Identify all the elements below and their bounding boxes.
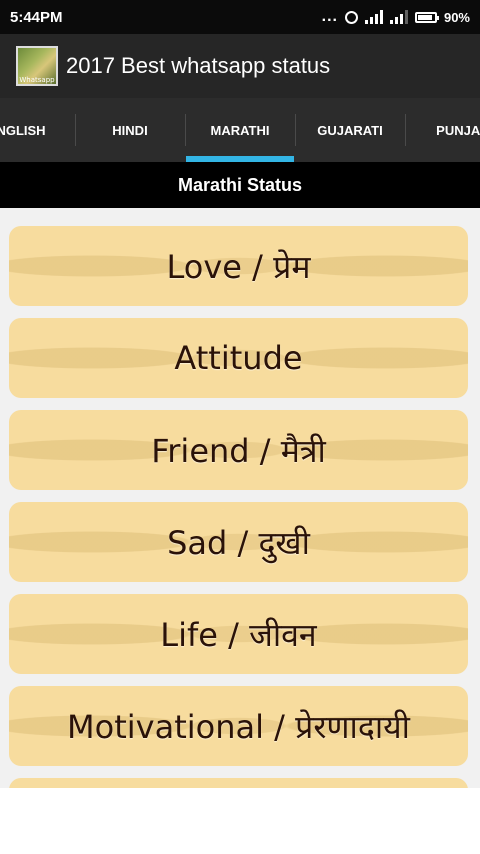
bottom-area	[0, 788, 480, 854]
category-card-love[interactable]: Love / प्रेम	[9, 226, 468, 306]
category-label: Friend / मैत्री	[151, 431, 326, 470]
section-header: Marathi Status	[0, 162, 480, 208]
category-label: Love / प्रेम	[166, 247, 311, 286]
tab-label: MARATHI	[210, 122, 270, 138]
category-card-partial[interactable]	[9, 778, 468, 788]
category-card-sad[interactable]: Sad / दुखी	[9, 502, 468, 582]
category-label: Motivational / प्रेरणादायी	[67, 707, 410, 746]
language-tabs: NGLISH HINDI MARATHI GUJARATI PUNJAI	[0, 98, 480, 162]
category-card-life[interactable]: Life / जीवन	[9, 594, 468, 674]
status-time: 5:44PM	[10, 8, 63, 26]
alarm-icon	[344, 10, 358, 24]
tab-label: GUJARATI	[317, 122, 383, 138]
signal-1-icon	[364, 10, 383, 24]
tab-marathi[interactable]: MARATHI	[186, 98, 294, 162]
category-list[interactable]: Love / प्रेम Attitude Friend / मैत्री Sa…	[0, 208, 480, 788]
battery-icon	[414, 11, 439, 23]
category-card-attitude[interactable]: Attitude	[9, 318, 468, 398]
tab-gujarati[interactable]: GUJARATI	[296, 98, 404, 162]
category-card-friend[interactable]: Friend / मैत्री	[9, 410, 468, 490]
tab-english[interactable]: NGLISH	[0, 98, 75, 162]
tab-punjabi[interactable]: PUNJAI	[406, 98, 480, 162]
notification-dots-icon: ...	[321, 8, 338, 25]
signal-2-icon	[389, 10, 408, 24]
category-label: Life / जीवन	[160, 615, 317, 654]
status-icons: ... 90%	[321, 8, 470, 25]
battery-percent: 90%	[443, 9, 470, 25]
battery-level	[417, 14, 432, 20]
tab-hindi[interactable]: HINDI	[76, 98, 184, 162]
category-label: Sad / दुखी	[167, 523, 310, 562]
category-label: Attitude	[174, 339, 303, 377]
app-icon[interactable]: Whatsapp	[16, 46, 58, 86]
app-bar: Whatsapp 2017 Best whatsapp status	[0, 34, 480, 98]
tab-label: NGLISH	[0, 122, 46, 138]
app-icon-label: Whatsapp	[19, 76, 55, 84]
category-card-motivational[interactable]: Motivational / प्रेरणादायी	[9, 686, 468, 766]
tab-label: HINDI	[112, 122, 148, 138]
app-title: 2017 Best whatsapp status	[66, 53, 331, 78]
tab-label: PUNJAI	[436, 122, 480, 138]
status-bar: 5:44PM ... 90%	[0, 0, 480, 34]
